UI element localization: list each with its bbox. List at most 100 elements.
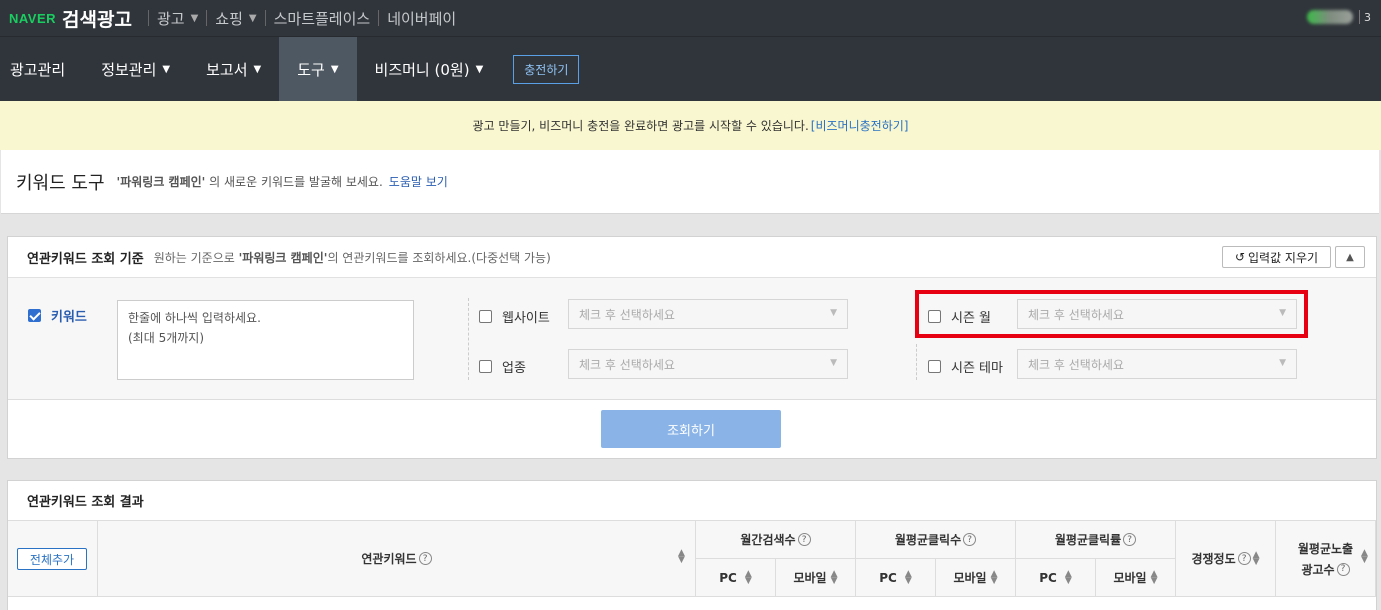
- sort-icon[interactable]: ▲ ▼: [745, 569, 752, 585]
- season-theme-select[interactable]: 체크 후 선택하세요 ▼: [1017, 349, 1297, 379]
- collapse-button[interactable]: ▲: [1335, 246, 1365, 268]
- keyword-textarea[interactable]: 한줄에 하나씩 입력하세요. (최대 5개까지): [117, 300, 414, 380]
- monthly-search-mobile-header[interactable]: 모바일 ▲ ▼: [776, 559, 856, 597]
- avg-clicks-mobile-header[interactable]: 모바일 ▲ ▼: [936, 559, 1016, 597]
- sort-icon[interactable]: ▲ ▼: [1065, 569, 1072, 585]
- topnav-item-ads[interactable]: 광고 ▼: [157, 8, 198, 29]
- naver-searchad-logo[interactable]: NAVER 검색광고: [0, 5, 132, 32]
- clear-input-label: 입력값 지우기: [1248, 250, 1319, 265]
- avg-ctr-mobile-header[interactable]: 모바일 ▲ ▼: [1096, 559, 1176, 597]
- desc-prefix: 원하는 기준으로: [153, 250, 239, 265]
- chevron-down-icon: ▼: [830, 308, 837, 318]
- help-icon[interactable]: ?: [1123, 533, 1137, 546]
- help-icon[interactable]: ?: [1237, 552, 1251, 565]
- sort-icon[interactable]: ▲ ▼: [1361, 549, 1368, 565]
- nav-label: 비즈머니 (0원): [374, 60, 470, 79]
- keyword-label: 키워드: [51, 310, 87, 325]
- avg-ctr-pc-header[interactable]: PC ▲ ▼: [1016, 559, 1096, 597]
- sort-icon[interactable]: ▲ ▼: [831, 569, 838, 585]
- campaign-name: '파워링크 캠페인': [238, 250, 328, 265]
- help-link[interactable]: 도움말 보기: [389, 173, 448, 190]
- topnav-item-shopping[interactable]: 쇼핑 ▼: [215, 8, 256, 29]
- column-label: PC: [719, 570, 737, 585]
- column-label-line2: 광고수?: [1301, 561, 1350, 578]
- sort-icon[interactable]: ▲ ▼: [905, 569, 912, 585]
- nav-bizmoney[interactable]: 비즈머니 (0원) ▼: [357, 37, 502, 101]
- search-button[interactable]: 조회하기: [601, 410, 781, 448]
- nav-info-management[interactable]: 정보관리 ▼: [83, 37, 188, 101]
- select-placeholder: 체크 후 선택하세요: [579, 357, 675, 372]
- nav-label: 광고관리: [10, 60, 66, 79]
- sort-icon[interactable]: ▲ ▼: [1253, 550, 1260, 566]
- main-nav: 광고관리 정보관리 ▼ 보고서 ▼ 도구 ▼ 비즈머니 (0원) ▼ 충전하기: [0, 36, 1381, 101]
- chevron-down-icon: ▼: [475, 63, 484, 75]
- textarea-placeholder-line: 한줄에 하나씩 입력하세요.: [128, 311, 261, 325]
- clear-input-button[interactable]: ↺ 입력값 지우기: [1222, 246, 1331, 268]
- nav-ad-management[interactable]: 광고관리: [0, 37, 83, 101]
- nav-label: 정보관리: [101, 60, 157, 79]
- sort-icon[interactable]: ▲ ▼: [678, 549, 685, 565]
- divider: [1359, 10, 1360, 24]
- criteria-header: 연관키워드 조회 기준 원하는 기준으로 '파워링크 캠페인'의 연관키워드를 …: [8, 237, 1376, 278]
- criteria-heading: 연관키워드 조회 기준: [27, 251, 144, 267]
- criteria-description: 원하는 기준으로 '파워링크 캠페인'의 연관키워드를 조회하세요.(다중선택 …: [154, 249, 551, 266]
- results-panel: 연관키워드 조회 결과 전체추가 연관키워드? ▲ ▼ 월간검색수? 월평균클릭수…: [7, 480, 1377, 610]
- divider: [468, 298, 469, 380]
- topnav-label: 광고: [156, 9, 185, 28]
- column-label: 모바일: [953, 571, 987, 585]
- top-bar: NAVER 검색광고 광고 ▼ 쇼핑 ▼ 스마트플레이스 네이버페이 3: [0, 0, 1381, 36]
- avg-ctr-header: 월평균클릭률?: [1016, 521, 1176, 559]
- bizmoney-charge-link[interactable]: [비즈머니충전하기]: [811, 117, 909, 134]
- help-icon[interactable]: ?: [1336, 562, 1350, 576]
- help-icon[interactable]: ?: [963, 533, 977, 546]
- top-nav: 광고 ▼ 쇼핑 ▼ 스마트플레이스 네이버페이: [140, 8, 456, 29]
- select-placeholder: 체크 후 선택하세요: [579, 307, 675, 322]
- topnav-label: 네이버페이: [387, 9, 457, 28]
- description-text: 의 새로운 키워드를 발굴해 보세요.: [205, 175, 383, 189]
- divider: [378, 10, 380, 26]
- website-checkbox[interactable]: [479, 310, 492, 323]
- website-label: 웹사이트: [502, 311, 550, 326]
- topnav-item-naverpay[interactable]: 네이버페이: [387, 8, 456, 29]
- column-label: 경쟁정도: [1191, 552, 1236, 566]
- keyword-checkbox[interactable]: [28, 309, 41, 322]
- user-account[interactable]: 3: [1307, 10, 1371, 24]
- sort-icon[interactable]: ▲ ▼: [991, 569, 998, 585]
- sort-icon[interactable]: ▲ ▼: [1151, 569, 1158, 585]
- chevron-down-icon: ▼: [830, 358, 837, 368]
- competition-header[interactable]: 경쟁정도? ▲ ▼: [1176, 521, 1276, 597]
- industry-checkbox[interactable]: [479, 360, 492, 373]
- topnav-item-smartplace[interactable]: 스마트플레이스: [274, 8, 371, 29]
- season-theme-label: 시즌 테마: [951, 361, 1003, 376]
- app-title: 검색광고: [62, 8, 132, 31]
- desc-suffix: 의 연관키워드를 조회하세요.(다중선택 가능): [327, 250, 551, 265]
- season-theme-checkbox[interactable]: [928, 360, 941, 373]
- avg-clicks-pc-header[interactable]: PC ▲ ▼: [856, 559, 936, 597]
- keyword-column-header[interactable]: 연관키워드?: [98, 521, 696, 597]
- results-heading: 연관키워드 조회 결과: [8, 481, 1376, 521]
- add-all-button[interactable]: 전체추가: [17, 548, 87, 570]
- column-label: PC: [879, 570, 897, 585]
- monthly-search-pc-header[interactable]: PC ▲ ▼: [696, 559, 776, 597]
- blurred-avatar: [1307, 10, 1353, 24]
- select-placeholder: 체크 후 선택하세요: [1028, 357, 1124, 372]
- industry-select[interactable]: 체크 후 선택하세요 ▼: [568, 349, 848, 379]
- charge-button[interactable]: 충전하기: [513, 54, 580, 84]
- monthly-search-header: 월간검색수?: [696, 521, 856, 559]
- topnav-label: 쇼핑: [215, 9, 243, 28]
- help-icon[interactable]: ?: [418, 552, 432, 565]
- avg-clicks-header: 월평균클릭수?: [856, 521, 1016, 559]
- chevron-down-icon: ▼: [1279, 358, 1286, 368]
- highlight-box: [915, 290, 1308, 338]
- user-suffix: 3: [1364, 10, 1371, 24]
- chevron-down-icon: ▼: [248, 12, 257, 24]
- notice-banner: 광고 만들기, 비즈머니 충전을 완료하면 광고를 시작할 수 있습니다. [비…: [0, 101, 1381, 150]
- nav-reports[interactable]: 보고서 ▼: [188, 37, 279, 101]
- column-label: PC: [1039, 570, 1057, 585]
- help-icon[interactable]: ?: [797, 533, 811, 546]
- website-select[interactable]: 체크 후 선택하세요 ▼: [568, 299, 848, 329]
- divider: [206, 10, 208, 26]
- industry-label: 업종: [502, 361, 526, 376]
- divider: [147, 10, 149, 26]
- nav-tools[interactable]: 도구 ▼: [279, 37, 357, 101]
